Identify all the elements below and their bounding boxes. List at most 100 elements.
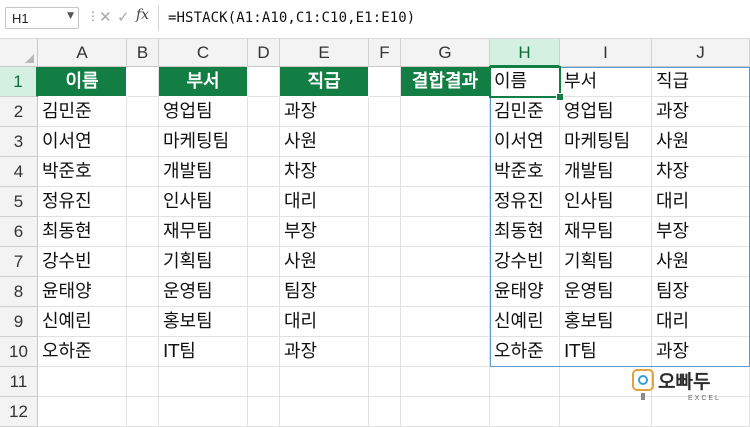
cell-b2[interactable] [127,97,159,127]
cell-i2[interactable]: 영업팀 [560,97,652,127]
more-dots-icon[interactable]: ⋮ [87,9,99,23]
cell-g6[interactable] [401,217,490,247]
cell-h8[interactable]: 윤태양 [490,277,560,307]
cell-b11[interactable] [127,367,159,397]
enter-check-icon[interactable]: ✓ [117,8,130,26]
cell-e11[interactable] [280,367,369,397]
cell-g9[interactable] [401,307,490,337]
cell-d11[interactable] [248,367,280,397]
cell-g12[interactable] [401,397,490,427]
cell-f1[interactable] [369,67,401,97]
cell-d10[interactable] [248,337,280,367]
column-header-f[interactable]: F [369,39,401,67]
cell-d9[interactable] [248,307,280,337]
cell-h7[interactable]: 강수빈 [490,247,560,277]
column-header-b[interactable]: B [127,39,159,67]
cell-c2[interactable]: 영업팀 [159,97,248,127]
cell-g10[interactable] [401,337,490,367]
cell-b7[interactable] [127,247,159,277]
cell-d8[interactable] [248,277,280,307]
cell-c3[interactable]: 마케팅팀 [159,127,248,157]
cell-g2[interactable] [401,97,490,127]
cell-e9[interactable]: 대리 [280,307,369,337]
cell-e7[interactable]: 사원 [280,247,369,277]
cell-a5[interactable]: 정유진 [38,187,127,217]
cell-f4[interactable] [369,157,401,187]
cell-a12[interactable] [38,397,127,427]
cell-j1[interactable]: 직급 [652,67,750,97]
cell-h10[interactable]: 오하준 [490,337,560,367]
chevron-down-icon[interactable]: ▼ [67,11,74,21]
cell-g7[interactable] [401,247,490,277]
cell-e8[interactable]: 팀장 [280,277,369,307]
cell-c4[interactable]: 개발팀 [159,157,248,187]
cell-h12[interactable] [490,397,560,427]
cell-f9[interactable] [369,307,401,337]
fill-handle[interactable] [556,93,564,101]
cell-d6[interactable] [248,217,280,247]
row-header-5[interactable]: 5 [0,187,38,217]
cell-a2[interactable]: 김민준 [38,97,127,127]
column-header-g[interactable]: G [401,39,490,67]
cell-f8[interactable] [369,277,401,307]
cell-g8[interactable] [401,277,490,307]
cell-a7[interactable]: 강수빈 [38,247,127,277]
cell-e2[interactable]: 과장 [280,97,369,127]
column-header-h[interactable]: H [490,39,560,67]
cell-h1[interactable]: 이름 [490,67,560,97]
cell-g11[interactable] [401,367,490,397]
cell-j10[interactable]: 과장 [652,337,750,367]
cell-j9[interactable]: 대리 [652,307,750,337]
row-header-10[interactable]: 10 [0,337,38,367]
cell-f2[interactable] [369,97,401,127]
cell-c5[interactable]: 인사팀 [159,187,248,217]
fx-icon[interactable]: fx [136,7,149,23]
cell-a10[interactable]: 오하준 [38,337,127,367]
cell-h4[interactable]: 박준호 [490,157,560,187]
cell-j5[interactable]: 대리 [652,187,750,217]
cell-b3[interactable] [127,127,159,157]
cell-i1[interactable]: 부서 [560,67,652,97]
cell-c11[interactable] [159,367,248,397]
row-header-7[interactable]: 7 [0,247,38,277]
cell-f10[interactable] [369,337,401,367]
cell-i5[interactable]: 인사팀 [560,187,652,217]
cell-d1[interactable] [248,67,280,97]
cell-f6[interactable] [369,217,401,247]
cell-b8[interactable] [127,277,159,307]
cell-i9[interactable]: 홍보팀 [560,307,652,337]
cell-c7[interactable]: 기획팀 [159,247,248,277]
cancel-x-icon[interactable]: ✕ [99,8,112,26]
cell-b5[interactable] [127,187,159,217]
cell-b12[interactable] [127,397,159,427]
row-header-4[interactable]: 4 [0,157,38,187]
cell-a4[interactable]: 박준호 [38,157,127,187]
cell-f12[interactable] [369,397,401,427]
cell-b10[interactable] [127,337,159,367]
row-header-12[interactable]: 12 [0,397,38,427]
cell-c1[interactable]: 부서 [159,67,248,97]
name-box[interactable]: H1 ▼ [5,7,79,29]
cell-d2[interactable] [248,97,280,127]
cell-g5[interactable] [401,187,490,217]
cell-h6[interactable]: 최동현 [490,217,560,247]
row-header-8[interactable]: 8 [0,277,38,307]
cell-f5[interactable] [369,187,401,217]
cell-d7[interactable] [248,247,280,277]
cell-d3[interactable] [248,127,280,157]
cell-f3[interactable] [369,127,401,157]
cell-j2[interactable]: 과장 [652,97,750,127]
row-header-2[interactable]: 2 [0,97,38,127]
column-header-c[interactable]: C [159,39,248,67]
cell-b9[interactable] [127,307,159,337]
formula-input[interactable]: =HSTACK(A1:A10,C1:C10,E1:E10) [168,10,415,26]
cell-d12[interactable] [248,397,280,427]
column-header-e[interactable]: E [280,39,369,67]
cell-i8[interactable]: 운영팀 [560,277,652,307]
cell-j4[interactable]: 차장 [652,157,750,187]
cell-h9[interactable]: 신예린 [490,307,560,337]
cell-e4[interactable]: 차장 [280,157,369,187]
cell-f11[interactable] [369,367,401,397]
cell-e12[interactable] [280,397,369,427]
cell-b6[interactable] [127,217,159,247]
